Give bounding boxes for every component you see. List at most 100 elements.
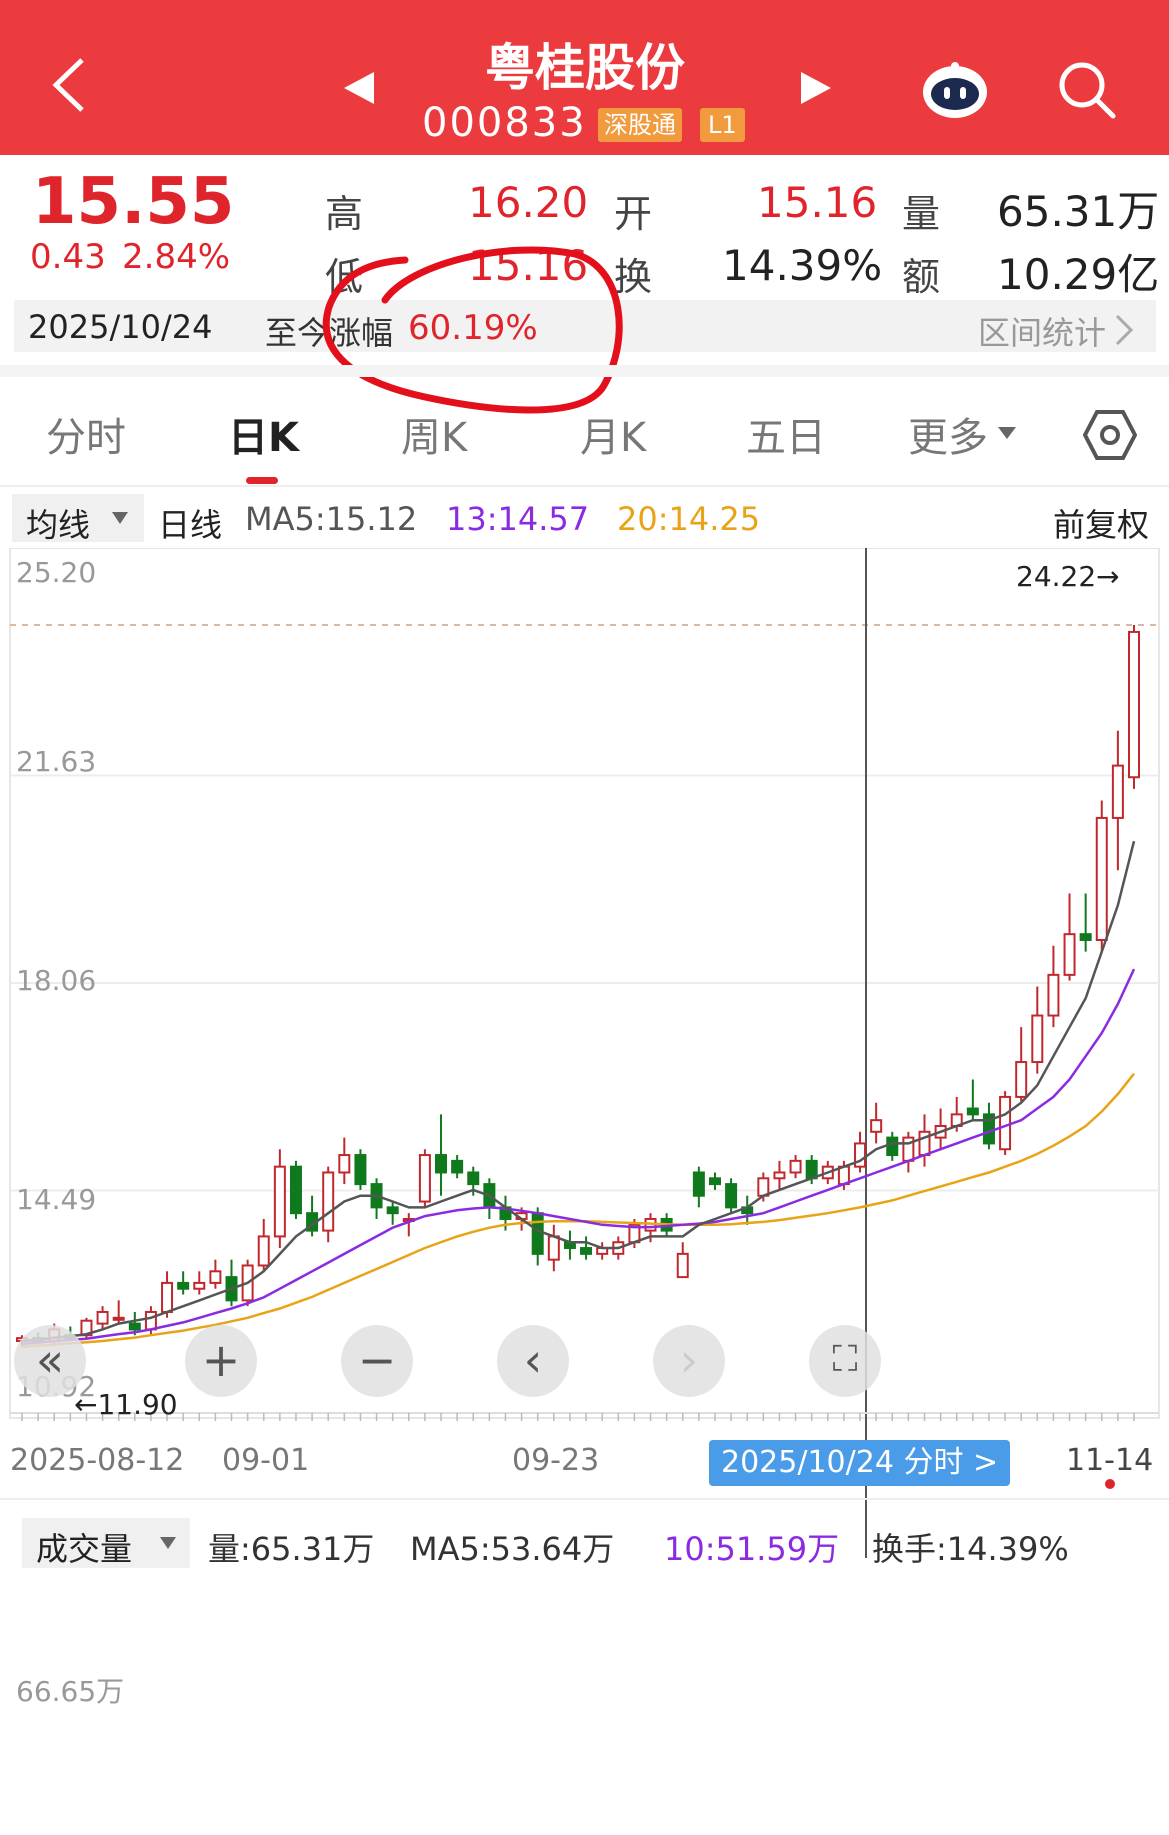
hand-drawn-circle bbox=[322, 246, 623, 414]
candle-down bbox=[1079, 933, 1092, 941]
candle-up bbox=[273, 1165, 286, 1238]
volume-value: 65.31万 bbox=[997, 187, 1160, 236]
price-change-pct: 2.84% bbox=[122, 237, 231, 277]
candle-down bbox=[805, 1159, 818, 1180]
candle-up bbox=[789, 1159, 802, 1174]
volume-axis-label: 66.65万 bbox=[16, 1675, 125, 1708]
tabs-divider bbox=[0, 485, 1169, 487]
latest-dot bbox=[1105, 1479, 1115, 1489]
candle-down bbox=[354, 1154, 367, 1186]
adjustment-mode[interactable]: 前复权 bbox=[1053, 500, 1149, 546]
price-change: 0.43 bbox=[30, 237, 106, 277]
candle-up bbox=[1111, 764, 1124, 819]
y-axis-label-4: 14.49 bbox=[16, 1183, 97, 1216]
section-divider bbox=[0, 365, 1169, 377]
range-stats-link[interactable]: 区间统计 bbox=[978, 308, 1106, 354]
ma20-value: 20:14.25 bbox=[617, 500, 761, 538]
candle-up bbox=[257, 1235, 270, 1267]
candle-down bbox=[725, 1183, 738, 1209]
tab-monthly-k[interactable]: 月K bbox=[580, 405, 646, 463]
volume-ma10: 10:51.59万 bbox=[664, 1530, 840, 1568]
candle-up bbox=[1128, 630, 1140, 779]
amount-value: 10.29亿 bbox=[997, 250, 1160, 299]
candle-down bbox=[886, 1136, 899, 1157]
candle-up bbox=[837, 1165, 850, 1186]
ma-dropdown-label: 均线 bbox=[26, 506, 91, 544]
min-price-marker: ←11.90 bbox=[74, 1388, 178, 1421]
candle-down bbox=[580, 1247, 593, 1255]
settings-hexagon-icon[interactable] bbox=[1083, 408, 1137, 462]
x-axis-label-2: 09-23 bbox=[512, 1443, 600, 1478]
amount-label: 额 bbox=[902, 255, 941, 299]
candle-up bbox=[547, 1235, 560, 1261]
fullscreen-button[interactable]: ⛶ bbox=[809, 1325, 881, 1397]
robot-assistant-icon[interactable] bbox=[920, 60, 990, 120]
candle-down bbox=[289, 1165, 302, 1215]
candle-down bbox=[386, 1206, 399, 1215]
stock-code: 000833 bbox=[422, 100, 587, 146]
x-axis-start: 2025-08-12 bbox=[10, 1443, 185, 1478]
active-tab-indicator bbox=[246, 477, 278, 484]
volume-label: 量 bbox=[902, 192, 941, 236]
app-header: 粤桂股份 000833 深股通 L1 bbox=[0, 0, 1169, 155]
tab-intraday[interactable]: 分时 bbox=[46, 405, 126, 463]
scroll-left-fast-button[interactable]: « bbox=[14, 1325, 86, 1397]
y-axis-label-2: 21.63 bbox=[16, 745, 97, 778]
candle-down bbox=[128, 1322, 141, 1331]
tab-more[interactable]: 更多 bbox=[908, 405, 988, 463]
y-axis-label-top: 25.20 bbox=[16, 556, 97, 589]
back-icon[interactable] bbox=[48, 55, 88, 115]
range-start-date: 2025/10/24 bbox=[28, 308, 213, 346]
candle-up bbox=[676, 1252, 689, 1279]
ma5-value: MA5:15.12 bbox=[245, 500, 418, 538]
x-axis-end: 11-14 bbox=[1066, 1443, 1154, 1478]
candle-down bbox=[692, 1171, 705, 1197]
candle-up bbox=[870, 1119, 883, 1133]
candle-down bbox=[451, 1159, 464, 1174]
volume-divider bbox=[0, 1498, 1169, 1500]
search-icon[interactable] bbox=[1055, 58, 1119, 122]
candle-down bbox=[708, 1177, 721, 1186]
candle-up bbox=[1063, 933, 1076, 976]
max-price-marker: 24.22→ bbox=[1016, 560, 1120, 593]
zoom-out-button[interactable]: − bbox=[341, 1325, 413, 1397]
tab-daily-k[interactable]: 日K bbox=[228, 405, 299, 463]
candle-down bbox=[435, 1154, 448, 1174]
volume-ma5: MA5:53.64万 bbox=[410, 1530, 615, 1568]
caret-down-icon bbox=[160, 1537, 176, 1549]
level-badge: L1 bbox=[700, 108, 745, 142]
selected-date-button[interactable]: 2025/10/24 分时 > bbox=[709, 1440, 1011, 1486]
ma13-value: 13:14.57 bbox=[446, 500, 590, 538]
candle-up bbox=[161, 1281, 174, 1313]
x-axis-label-1: 09-01 bbox=[222, 1443, 310, 1478]
prev-stock-icon[interactable] bbox=[340, 68, 380, 108]
candle-down bbox=[531, 1212, 544, 1255]
next-stock-icon[interactable] bbox=[795, 68, 835, 108]
candle-up bbox=[1095, 816, 1108, 941]
y-axis-label-3: 18.06 bbox=[16, 964, 97, 997]
candle-up bbox=[209, 1270, 222, 1284]
high-label: 高 bbox=[325, 192, 364, 236]
open-label: 开 bbox=[614, 192, 653, 236]
candle-up bbox=[322, 1171, 335, 1232]
zoom-in-button[interactable]: + bbox=[185, 1325, 257, 1397]
caret-down-icon bbox=[998, 427, 1016, 439]
candle-up bbox=[338, 1154, 351, 1174]
tab-five-day[interactable]: 五日 bbox=[746, 405, 826, 463]
open-value: 15.16 bbox=[757, 178, 878, 227]
market-badge: 深股通 bbox=[598, 108, 682, 142]
stock-name: 粤桂股份 bbox=[485, 39, 685, 97]
tab-weekly-k[interactable]: 周K bbox=[401, 405, 467, 463]
candle-up bbox=[1047, 973, 1060, 1017]
chevron-right-icon bbox=[1115, 314, 1134, 346]
volume-today: 量:65.31万 bbox=[208, 1530, 375, 1568]
caret-down-icon bbox=[112, 512, 128, 524]
scroll-left-button[interactable]: ‹ bbox=[497, 1325, 569, 1397]
turnover-value: 14.39% bbox=[722, 241, 883, 290]
candle-up bbox=[1015, 1061, 1028, 1098]
candle-down bbox=[177, 1281, 190, 1290]
candle-up bbox=[144, 1310, 157, 1331]
candle-up bbox=[418, 1154, 431, 1203]
volume-turnover: 换手:14.39% bbox=[872, 1530, 1069, 1568]
scroll-right-button[interactable]: › bbox=[653, 1325, 725, 1397]
